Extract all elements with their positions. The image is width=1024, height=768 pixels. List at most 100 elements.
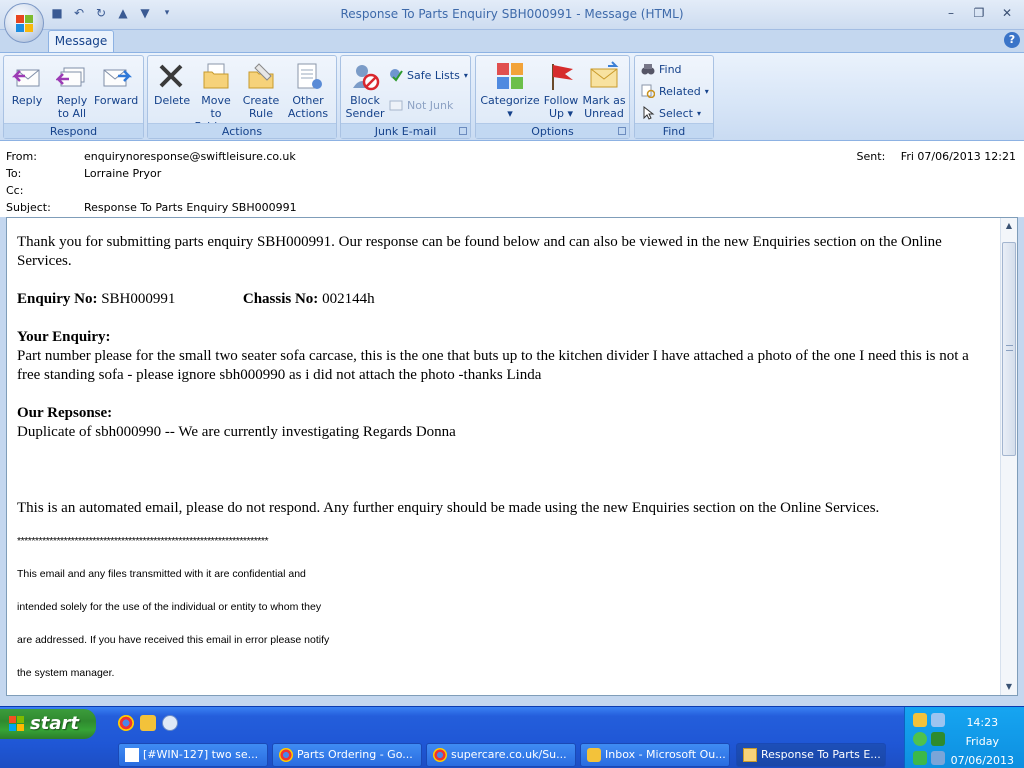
forward-icon: [100, 60, 133, 92]
close-button[interactable]: ✕: [996, 4, 1018, 22]
binoculars-icon: [641, 62, 655, 76]
chrome-icon: [433, 748, 447, 762]
follow-up-button[interactable]: Follow Up ▾: [542, 60, 580, 120]
office-logo-icon: [16, 15, 34, 33]
not-junk-button[interactable]: Not Junk: [389, 98, 453, 112]
taskbar-item-parts-ordering[interactable]: Parts Ordering - Go...: [272, 743, 422, 767]
cursor-arrow-icon: [641, 105, 655, 120]
automated-notice: This is an automated email, please do no…: [17, 500, 880, 516]
taskbar-item-jira[interactable]: [#WIN-127] two se...: [118, 743, 268, 767]
options-group: Categorize ▾ Follow Up ▾ Mark as Unread …: [475, 55, 630, 139]
forward-button[interactable]: Forward: [94, 60, 138, 107]
enquiry-number: SBH000991: [101, 291, 176, 307]
chassis-number: 002144h: [322, 291, 375, 307]
reply-all-button[interactable]: Reply to All: [54, 60, 90, 120]
check-icon[interactable]: [913, 751, 927, 765]
quick-launch: [118, 715, 178, 731]
junk-email-group: Block Sender Safe Lists ▾ Not Junk Junk E…: [340, 55, 471, 139]
vertical-scrollbar[interactable]: ▲ ▼: [1000, 218, 1017, 695]
folder-move-icon: [200, 60, 232, 92]
outlook-icon[interactable]: [140, 715, 156, 731]
not-junk-icon: [389, 98, 403, 112]
other-actions-icon: [292, 60, 324, 92]
chrome-icon[interactable]: [118, 715, 134, 731]
related-button[interactable]: Related ▾: [641, 84, 709, 99]
find-button[interactable]: Find: [641, 62, 682, 76]
to-label: To:: [6, 167, 22, 180]
mark-as-unread-button[interactable]: Mark as Unread: [582, 60, 626, 120]
taskbar-item-response[interactable]: Response To Parts E...: [736, 743, 886, 767]
reply-button[interactable]: Reply: [10, 60, 44, 107]
taskbar-item-supercare[interactable]: supercare.co.uk/Su...: [426, 743, 576, 767]
volume-icon[interactable]: [931, 751, 945, 765]
message-header: From: enquirynoresponse@swiftleisure.co.…: [0, 141, 1024, 217]
safe-lists-icon: [389, 68, 403, 82]
intro-text: Thank you for submitting parts enquiry S…: [17, 234, 942, 269]
sent-date: Fri 07/06/2013 12:21: [900, 150, 1016, 163]
block-sender-button[interactable]: Block Sender: [345, 60, 385, 120]
from-label: From:: [6, 150, 37, 163]
minimize-button[interactable]: –: [940, 4, 962, 22]
sent-info: Sent: Fri 07/06/2013 12:21: [857, 150, 1016, 163]
delete-icon: [155, 60, 187, 92]
disclaimer-line-1: This email and any files transmitted wit…: [17, 568, 306, 580]
start-button[interactable]: start: [0, 709, 96, 739]
window-controls: – ❐ ✕: [940, 4, 1018, 22]
security-icon[interactable]: [931, 732, 945, 746]
message-body[interactable]: Thank you for submitting parts enquiry S…: [6, 217, 1018, 696]
title-bar: ■ ↶ ↻ ▲ ▼ ▾ Response To Parts Enquiry SB…: [0, 0, 1024, 43]
to-recipient[interactable]: Lorraine Pryor: [84, 167, 161, 180]
your-enquiry-heading: Your Enquiry:: [17, 329, 111, 345]
reply-all-icon: [54, 60, 88, 92]
jira-icon: [125, 748, 139, 762]
categorize-icon: [494, 60, 526, 92]
from-address[interactable]: enquirynoresponse@swiftleisure.co.uk: [84, 150, 296, 163]
help-icon[interactable]: ?: [1004, 32, 1020, 48]
response-heading: Our Repsonse:: [17, 405, 113, 421]
mark-unread-envelope-icon: [588, 60, 620, 92]
create-rule-button[interactable]: Create Rule: [242, 60, 280, 120]
outlook-icon: [587, 748, 601, 762]
reply-icon: [11, 60, 43, 92]
response-text: Duplicate of sbh000990 -- We are current…: [17, 424, 456, 440]
enquiry-line: Enquiry No: SBH000991 Chassis No: 002144…: [17, 291, 375, 307]
maximize-button[interactable]: ❐: [968, 4, 990, 22]
taskbar-item-inbox[interactable]: Inbox - Microsoft Ou...: [580, 743, 730, 767]
categorize-button[interactable]: Categorize ▾: [480, 60, 540, 120]
disclaimer-line-3: are addressed. If you have received this…: [17, 634, 330, 646]
select-button[interactable]: Select ▾: [641, 105, 701, 120]
actions-group-label: Actions: [148, 123, 336, 138]
ie-icon[interactable]: [162, 715, 178, 731]
options-group-label: Options: [476, 123, 629, 138]
office-button[interactable]: [4, 3, 44, 43]
outlook-tray-icon[interactable]: [913, 713, 927, 727]
ribbon-tab-row: Message ?: [0, 30, 1024, 52]
follow-up-flag-icon: [545, 60, 577, 92]
tab-message[interactable]: Message: [48, 30, 114, 52]
system-tray: 14:23 Friday 07/06/2013: [904, 707, 1024, 768]
subject-text: Response To Parts Enquiry SBH000991: [84, 201, 297, 214]
safe-lists-button[interactable]: Safe Lists ▾: [389, 68, 468, 82]
scroll-thumb[interactable]: [1002, 242, 1016, 456]
find-group-label: Find: [635, 123, 713, 138]
ribbon: Reply Reply to All Forward Respond Delet…: [0, 52, 1024, 141]
scroll-up-icon[interactable]: ▲: [1001, 218, 1017, 234]
status-icon[interactable]: [913, 732, 927, 746]
your-enquiry-text: Part number please for the small two sea…: [17, 348, 969, 383]
scroll-down-icon[interactable]: ▼: [1001, 679, 1017, 695]
network-icon[interactable]: [931, 713, 945, 727]
message-content: Thank you for submitting parts enquiry S…: [17, 233, 992, 683]
dialog-launcher-icon[interactable]: [618, 127, 626, 135]
dialog-launcher-icon[interactable]: [459, 127, 467, 135]
window-title: Response To Parts Enquiry SBH000991 - Me…: [340, 7, 684, 21]
status-strip: [0, 696, 1024, 706]
clock[interactable]: 14:23 Friday 07/06/2013: [951, 713, 1014, 768]
respond-group: Reply Reply to All Forward Respond: [3, 55, 144, 139]
junk-email-group-label: Junk E-mail: [341, 123, 470, 138]
delete-button[interactable]: Delete: [154, 60, 190, 107]
windows-flag-icon: [9, 716, 25, 732]
disclaimer-line-2: intended solely for the use of the indiv…: [17, 601, 322, 613]
chrome-icon: [279, 748, 293, 762]
respond-group-label: Respond: [4, 123, 143, 138]
disclaimer-line-4: the system manager.: [17, 667, 115, 679]
